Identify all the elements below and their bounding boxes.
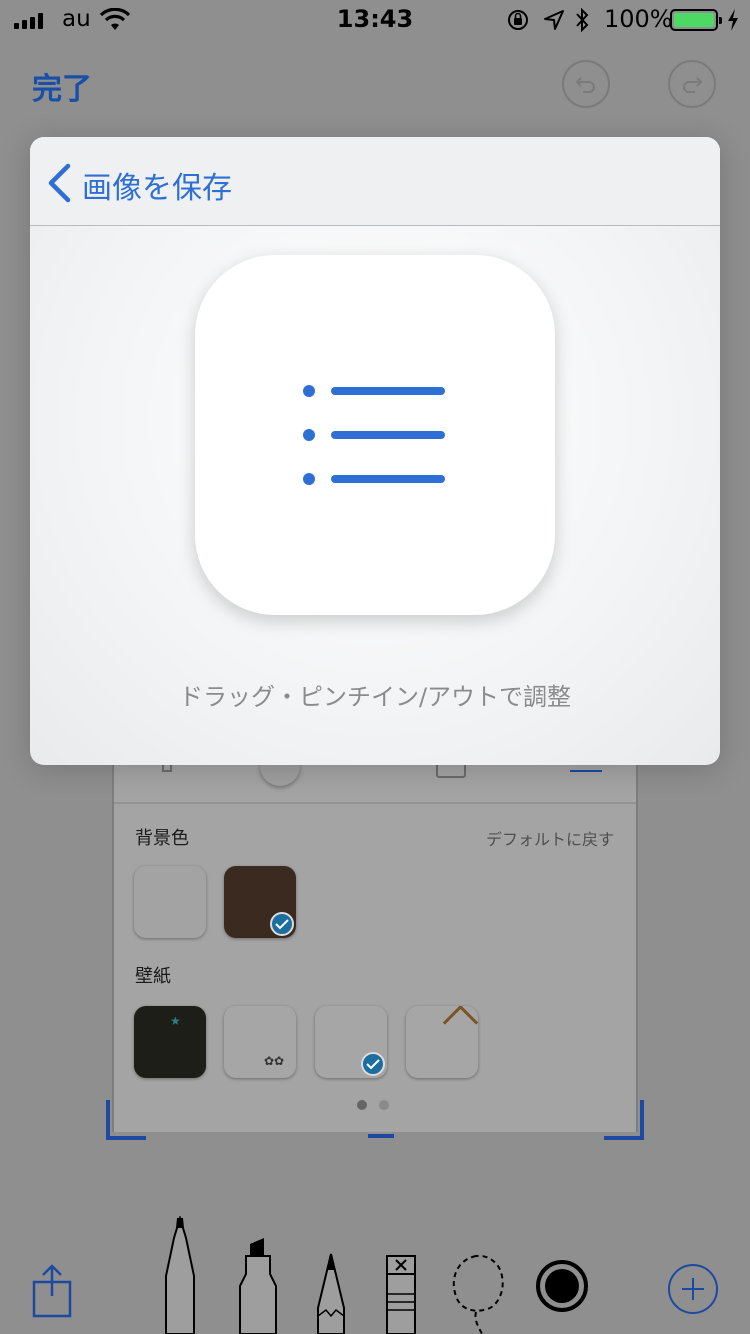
pen-icon[interactable]: [160, 1216, 200, 1334]
list-icon: [303, 385, 445, 485]
popover-header: 画像を保存: [30, 137, 720, 226]
undo-button[interactable]: [562, 60, 610, 108]
eraser-icon[interactable]: [384, 1216, 418, 1334]
reset-default-link[interactable]: デフォルトに戻す: [486, 826, 614, 850]
page-indicator[interactable]: [357, 1100, 389, 1110]
location-icon: [544, 10, 564, 30]
checkmark-icon: [361, 1052, 385, 1076]
swatch-white[interactable]: [134, 866, 206, 938]
color-picker-button[interactable]: [536, 1260, 588, 1312]
wallpaper-item[interactable]: [315, 1006, 387, 1078]
lasso-icon[interactable]: [446, 1216, 510, 1334]
redo-icon: [683, 77, 703, 93]
plus-icon[interactable]: [668, 1264, 718, 1314]
marker-icon[interactable]: [236, 1216, 280, 1334]
crop-handle-bottom-left[interactable]: [106, 1100, 146, 1140]
crop-handle-bottom-right[interactable]: [604, 1100, 644, 1140]
chevron-left-icon[interactable]: [46, 163, 72, 203]
crop-handle-bottom[interactable]: [368, 1134, 394, 1138]
wallpaper-label: 壁紙: [135, 966, 171, 987]
done-button[interactable]: 完了: [32, 64, 92, 108]
undo-icon: [575, 77, 595, 93]
drawing-toolbar: [0, 1200, 750, 1334]
back-button[interactable]: 画像を保存: [82, 163, 232, 207]
charging-icon: [728, 9, 738, 31]
status-bar: au 13:43 100%: [0, 0, 750, 40]
wallpaper-item[interactable]: [406, 1006, 478, 1078]
settings-panel: 背景色 デフォルトに戻す 壁紙: [112, 740, 638, 1132]
share-icon[interactable]: [30, 1264, 74, 1318]
rotation-lock-icon: [508, 10, 528, 30]
background-color-label: 背景色: [135, 828, 189, 849]
adjust-hint: ドラッグ・ピンチイン/アウトで調整: [178, 683, 572, 711]
image-preview[interactable]: [195, 255, 555, 615]
checkmark-icon: [270, 912, 294, 936]
swatch-brown[interactable]: [224, 866, 296, 938]
battery-percent: 100%: [604, 5, 673, 33]
wallpaper-item[interactable]: [224, 1006, 296, 1078]
battery-icon: [670, 9, 722, 31]
wallpaper-item[interactable]: [134, 1006, 206, 1078]
save-image-popover: 画像を保存 ドラッグ・ピンチイン/アウトで調整: [30, 137, 720, 765]
pencil-icon[interactable]: [314, 1216, 348, 1334]
redo-button[interactable]: [668, 60, 716, 108]
bluetooth-icon: [576, 7, 589, 33]
